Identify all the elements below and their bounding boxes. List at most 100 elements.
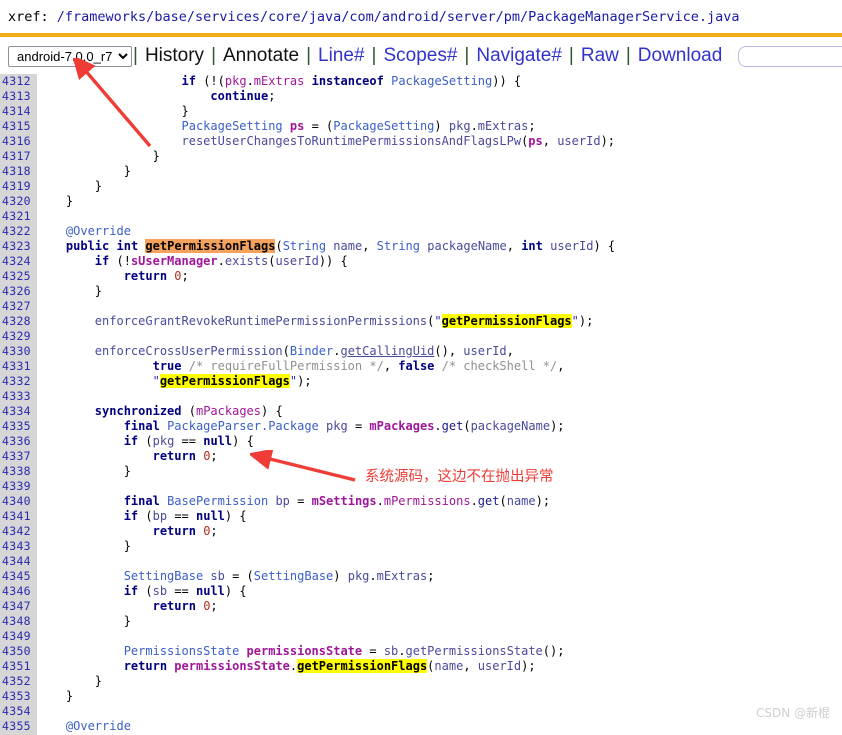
line-number[interactable]: 4353 [0, 689, 37, 704]
nav-separator: | [211, 45, 216, 66]
code-lines-container: 4312 if (!(pkg.mExtras instanceof Packag… [0, 74, 842, 734]
nav-link-history[interactable]: History [139, 45, 210, 66]
line-number[interactable]: 4332 [0, 374, 37, 389]
nav-link-download[interactable]: Download [632, 45, 729, 66]
line-number[interactable]: 4354 [0, 704, 37, 719]
code-line: 4334 synchronized (mPackages) { [0, 404, 842, 419]
line-number[interactable]: 4336 [0, 434, 37, 449]
line-number[interactable]: 4315 [0, 119, 37, 134]
line-number[interactable]: 4341 [0, 509, 37, 524]
line-number[interactable]: 4330 [0, 344, 37, 359]
nav-link-scopes[interactable]: Scopes# [377, 45, 463, 66]
code-text: resetUserChangesToRuntimePermissionsAndF… [181, 134, 616, 148]
nav-link-navigate[interactable]: Navigate# [470, 45, 568, 66]
line-number[interactable]: 4319 [0, 179, 37, 194]
nav-link-annotate[interactable]: Annotate [217, 45, 305, 66]
source-code-listing[interactable]: 4312 if (!(pkg.mExtras instanceof Packag… [0, 74, 842, 735]
code-text: return permissionsState.getPermissionFla… [123, 659, 536, 673]
line-number[interactable]: 4313 [0, 89, 37, 104]
line-number[interactable]: 4338 [0, 464, 37, 479]
code-text: if (pkg == null) { [123, 434, 254, 448]
line-number[interactable]: 4318 [0, 164, 37, 179]
code-text: "getPermissionFlags"); [152, 374, 312, 388]
line-number[interactable]: 4317 [0, 149, 37, 164]
code-text: PermissionsState permissionsState = sb.g… [123, 644, 565, 658]
code-line: 4333 [0, 389, 842, 404]
xref-label: xref: [8, 9, 49, 25]
line-number[interactable]: 4342 [0, 524, 37, 539]
code-line: 4341 if (bp == null) { [0, 509, 842, 524]
line-number[interactable]: 4312 [0, 74, 37, 89]
project-version-select[interactable]: android-7.0.0_r7 [8, 45, 132, 67]
code-line: 4355 @Override [0, 719, 842, 734]
line-number[interactable]: 4347 [0, 599, 37, 614]
line-number[interactable]: 4320 [0, 194, 37, 209]
code-text: continue; [210, 89, 276, 103]
code-text: } [94, 674, 103, 688]
code-line: 4351 return permissionsState.getPermissi… [0, 659, 842, 674]
code-line: 4318 } [0, 164, 842, 179]
code-text: } [65, 194, 74, 208]
line-number[interactable]: 4351 [0, 659, 37, 674]
xref-path-header: xref: /frameworks/base/services/core/jav… [0, 0, 842, 36]
nav-link-line[interactable]: Line# [312, 45, 371, 66]
code-text: true /* requireFullPermission */, false … [152, 359, 565, 373]
line-number[interactable]: 4331 [0, 359, 37, 374]
code-text: @Override [65, 224, 131, 238]
line-number[interactable]: 4352 [0, 674, 37, 689]
code-text: if (!(pkg.mExtras instanceof PackageSett… [181, 74, 522, 88]
code-line: 4313 continue; [0, 89, 842, 104]
code-line: 4314 } [0, 104, 842, 119]
code-text: } [94, 284, 103, 298]
line-number[interactable]: 4329 [0, 329, 37, 344]
line-number[interactable]: 4349 [0, 629, 37, 644]
code-line: 4321 [0, 209, 842, 224]
nav-separator: | [306, 45, 312, 66]
code-line: 4354 [0, 704, 842, 719]
line-number[interactable]: 4344 [0, 554, 37, 569]
line-number[interactable]: 4345 [0, 569, 37, 584]
line-number[interactable]: 4337 [0, 449, 37, 464]
code-line: 4343 } [0, 539, 842, 554]
line-number[interactable]: 4335 [0, 419, 37, 434]
line-number[interactable]: 4334 [0, 404, 37, 419]
line-number[interactable]: 4321 [0, 209, 37, 224]
nav-separator: | [133, 45, 138, 66]
code-text: enforceCrossUserPermission(Binder.getCal… [94, 344, 514, 358]
search-input[interactable] [738, 45, 842, 67]
line-number[interactable]: 4328 [0, 314, 37, 329]
code-line: 4335 final PackageParser.Package pkg = m… [0, 419, 842, 434]
line-number[interactable]: 4327 [0, 299, 37, 314]
line-number[interactable]: 4348 [0, 614, 37, 629]
line-number[interactable]: 4324 [0, 254, 37, 269]
code-line: 4340 final BasePermission bp = mSettings… [0, 494, 842, 509]
code-line: 4322 @Override [0, 224, 842, 239]
line-number[interactable]: 4323 [0, 239, 37, 254]
line-number[interactable]: 4333 [0, 389, 37, 404]
line-number[interactable]: 4346 [0, 584, 37, 599]
line-number[interactable]: 4355 [0, 719, 37, 734]
line-number[interactable]: 4314 [0, 104, 37, 119]
line-number[interactable]: 4340 [0, 494, 37, 509]
code-text: return 0; [152, 599, 218, 613]
code-line: 4342 return 0; [0, 524, 842, 539]
line-number[interactable]: 4326 [0, 284, 37, 299]
code-line: 4325 return 0; [0, 269, 842, 284]
line-number[interactable]: 4343 [0, 539, 37, 554]
code-text: synchronized (mPackages) { [94, 404, 283, 418]
line-number[interactable]: 4316 [0, 134, 37, 149]
line-number[interactable]: 4322 [0, 224, 37, 239]
code-text: final PackageParser.Package pkg = mPacka… [123, 419, 565, 433]
code-line: 4345 SettingBase sb = (SettingBase) pkg.… [0, 569, 842, 584]
code-line: 4323 public int getPermissionFlags(Strin… [0, 239, 842, 254]
code-line: 4316 resetUserChangesToRuntimePermission… [0, 134, 842, 149]
code-text: } [123, 539, 131, 553]
line-number[interactable]: 4325 [0, 269, 37, 284]
nav-link-raw[interactable]: Raw [575, 45, 625, 66]
code-line: 4336 if (pkg == null) { [0, 434, 842, 449]
line-number[interactable]: 4339 [0, 479, 37, 494]
line-number[interactable]: 4350 [0, 644, 37, 659]
xref-file-path[interactable]: /frameworks/base/services/core/java/com/… [57, 9, 740, 25]
code-line: 4326 } [0, 284, 842, 299]
code-text: final BasePermission bp = mSettings.mPer… [123, 494, 551, 508]
